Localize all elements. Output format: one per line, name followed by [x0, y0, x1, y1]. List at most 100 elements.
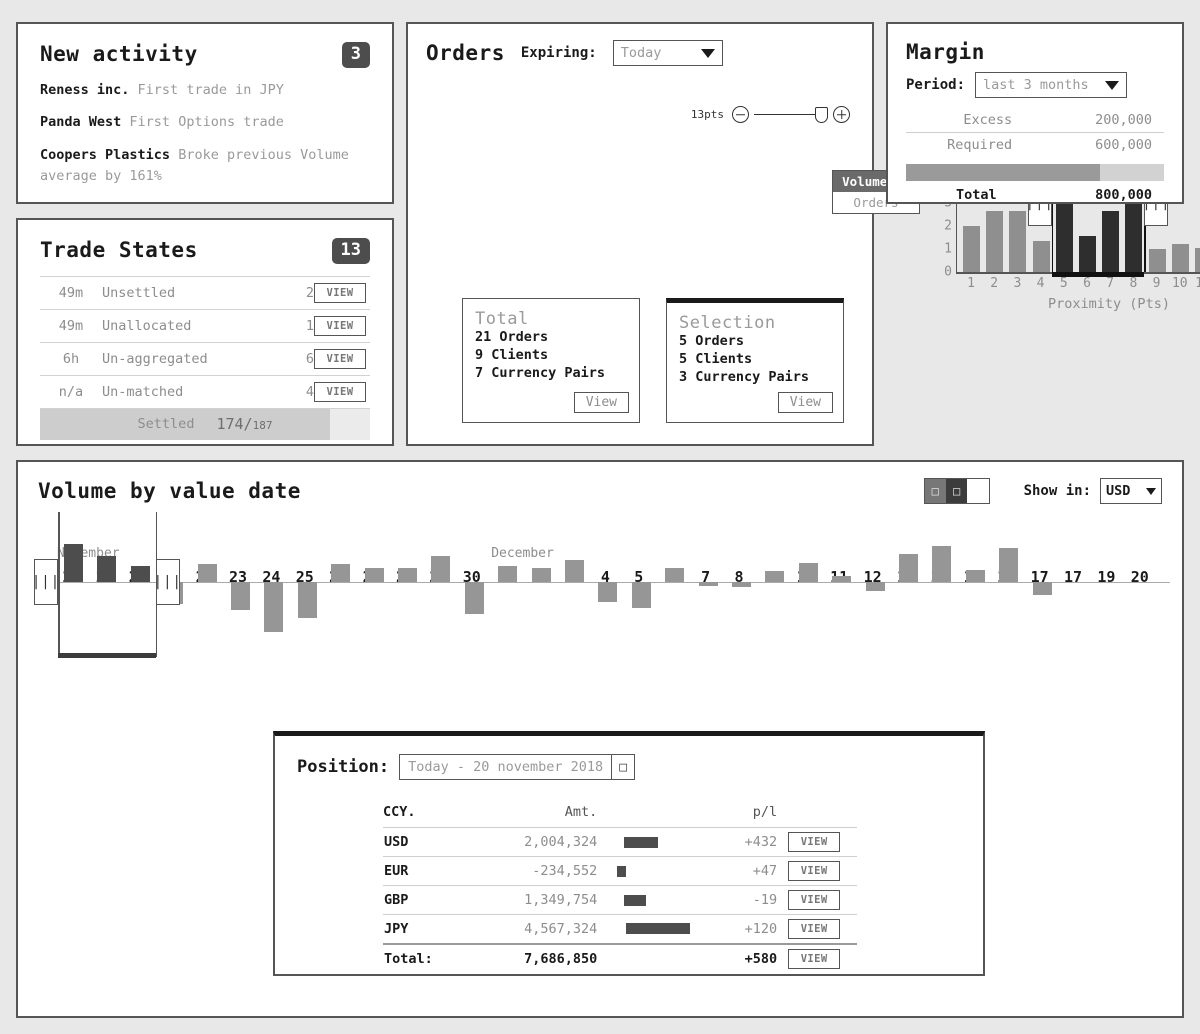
view-button[interactable]: VIEW	[788, 861, 841, 881]
view-button[interactable]: VIEW	[788, 948, 841, 969]
toggle-segment-table-icon[interactable]: □	[945, 479, 968, 503]
chart-bar[interactable]	[865, 582, 885, 591]
expiring-select-value: Today	[620, 45, 662, 61]
chart-bar[interactable]	[932, 546, 952, 582]
selection-card-view-button[interactable]: View	[777, 392, 833, 413]
chart-bar[interactable]	[963, 225, 980, 272]
zoom-pts-label: 13pts	[690, 108, 724, 121]
chart-bar[interactable]	[1171, 244, 1189, 272]
zoom-in-icon[interactable]	[833, 106, 850, 123]
chart-bar[interactable]	[698, 582, 718, 586]
chart-bar[interactable]	[398, 568, 417, 582]
toggle-segment-chart-icon[interactable]: □	[924, 479, 946, 503]
chart-bar[interactable]	[598, 582, 618, 602]
selection-handle-left[interactable]: |||	[32, 559, 59, 605]
chart-bar[interactable]	[1195, 247, 1200, 272]
trade-state-age: n/a	[40, 374, 102, 408]
chart-bar[interactable]	[264, 582, 284, 632]
chevron-down-icon	[1105, 80, 1120, 90]
currency-select[interactable]: USD	[1100, 478, 1162, 504]
chart-bar[interactable]	[1032, 240, 1050, 272]
margin-period-row: Period: last 3 months	[906, 72, 1164, 98]
calendar-icon[interactable]: □	[611, 755, 634, 779]
trade-state-age: 49m	[40, 308, 102, 343]
chart-bar[interactable]	[1079, 236, 1096, 272]
chart-bar[interactable]	[986, 210, 1004, 272]
view-button[interactable]: VIEW	[788, 832, 841, 852]
position-bar	[626, 923, 691, 935]
trade-states-table: 49m Unsettled 2 VIEW 49m Unallocated 1 V…	[40, 275, 370, 408]
zoom-out-icon[interactable]	[732, 106, 749, 123]
activity-item[interactable]: Panda West First Options trade	[40, 112, 370, 133]
period-label: Period:	[906, 77, 966, 93]
view-button[interactable]: VIEW	[314, 282, 366, 303]
chart-bar[interactable]	[899, 554, 918, 582]
settled-progress-row[interactable]: Settled 174/187	[40, 407, 370, 440]
view-button[interactable]: VIEW	[788, 918, 841, 939]
chart-bar[interactable]	[565, 560, 584, 582]
trade-state-label: Unsettled	[102, 275, 299, 310]
excess-label: Excess	[963, 112, 1013, 128]
activity-item[interactable]: Coopers Plastics Broke previous Volume a…	[40, 145, 370, 187]
view-button[interactable]: VIEW	[314, 348, 366, 369]
trade-state-count: 4	[298, 374, 314, 408]
activity-item[interactable]: Reness inc. First trade in JPY	[40, 80, 370, 101]
slider-track[interactable]	[754, 113, 816, 116]
toggle-segment-empty[interactable]	[967, 479, 989, 503]
selection-summary-card[interactable]: Selection 5 Orders 5 Clients 3 Currency …	[666, 298, 844, 423]
chart-bar[interactable]	[798, 563, 818, 582]
table-row: GBP 1,349,754 -19 VIEW	[383, 885, 857, 915]
volume-view-toggle[interactable]: □ □	[923, 478, 990, 504]
chart-bar[interactable]	[498, 566, 518, 582]
chart-bar[interactable]	[1102, 210, 1120, 272]
period-select[interactable]: last 3 months	[975, 72, 1128, 98]
position-date-value: Today - 20 november 2018	[408, 759, 604, 775]
chart-bar[interactable]	[999, 548, 1019, 582]
x-tick-label: 7	[1106, 276, 1115, 291]
view-button[interactable]: VIEW	[788, 890, 841, 910]
total-card-view-button[interactable]: View	[573, 392, 629, 413]
view-button[interactable]: VIEW	[314, 315, 366, 336]
orders-header: Orders Expiring: Today	[426, 40, 854, 66]
settled-label: Settled	[137, 416, 195, 433]
position-amount: 1,349,754	[471, 885, 608, 915]
chart-bar[interactable]	[464, 582, 484, 614]
chart-bar[interactable]	[364, 568, 384, 582]
slider-handle[interactable]	[815, 106, 828, 123]
position-date-input[interactable]: Today - 20 november 2018 □	[399, 754, 636, 780]
expiring-select[interactable]: Today	[612, 40, 723, 66]
table-row: 6h Un-aggregated 6 VIEW	[40, 341, 370, 376]
x-tick-label: 10	[1171, 276, 1188, 291]
chart-bar[interactable]	[331, 564, 351, 582]
margin-panel: Margin Period: last 3 months Excess 200,…	[886, 22, 1184, 204]
chart-bar[interactable]	[97, 556, 117, 582]
chart-bar[interactable]	[197, 564, 217, 582]
chart-bar[interactable]	[1009, 210, 1027, 272]
expiring-label: Expiring:	[520, 45, 597, 61]
chart-bar[interactable]	[631, 582, 651, 608]
chart-bar[interactable]	[965, 570, 985, 582]
chart-bar[interactable]	[765, 571, 785, 582]
chart-bar[interactable]	[130, 566, 150, 582]
chart-bar[interactable]	[832, 576, 852, 582]
chart-bar[interactable]	[531, 568, 551, 582]
chart-bar[interactable]	[1148, 248, 1166, 272]
chart-bar[interactable]	[431, 556, 451, 582]
proximity-zoom-slider[interactable]: 13pts	[691, 106, 850, 123]
chart-bar[interactable]	[665, 568, 685, 582]
table-row: EUR -234,552 +47 VIEW	[383, 856, 857, 886]
y-tick-label: 0	[944, 264, 952, 280]
view-button[interactable]: VIEW	[314, 381, 366, 402]
chart-bar[interactable]	[64, 544, 83, 582]
chart-bar[interactable]	[231, 582, 250, 610]
chart-bar[interactable]	[1032, 582, 1052, 595]
chart-bar[interactable]	[732, 582, 751, 587]
table-row: Required 600,000	[906, 132, 1164, 157]
activity-description: First Options trade	[129, 114, 284, 131]
chart-bar[interactable]	[297, 582, 317, 618]
volume-title: Volume by value date	[38, 479, 301, 503]
margin-total-value: 800,000	[1095, 187, 1152, 203]
table-row: 49m Unsettled 2 VIEW	[40, 275, 370, 310]
total-summary-card[interactable]: Total 21 Orders 9 Clients 7 Currency Pai…	[462, 298, 640, 423]
selection-handle-right[interactable]: |||	[154, 559, 181, 605]
